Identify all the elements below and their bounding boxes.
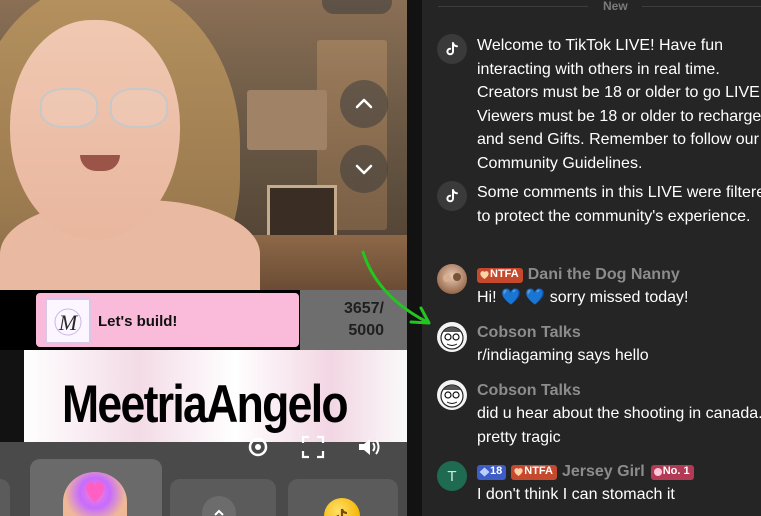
background-box <box>247 90 327 150</box>
goal-avatar: M <box>45 298 91 344</box>
chevron-up-icon <box>355 98 373 109</box>
message-text: r/indiagaming says hello <box>477 347 649 364</box>
blue-heart-emoji: 💙 <box>525 289 546 306</box>
username[interactable]: Cobson Talks <box>477 321 581 345</box>
previous-live-button[interactable] <box>340 80 388 128</box>
username[interactable]: Dani the Dog Nanny <box>528 263 680 287</box>
message-text: Hi! 💙 💙 sorry missed today! <box>477 289 689 306</box>
username[interactable]: Jersey Girl <box>562 460 645 484</box>
background-picture-frame <box>267 185 337 240</box>
fullscreen-icon[interactable] <box>300 434 326 460</box>
user-avatar[interactable] <box>437 322 467 352</box>
live-goal-bar: M Let's build! 3657/ 5000 <box>0 290 407 350</box>
heart-icon <box>480 271 489 279</box>
chevron-down-icon <box>355 164 373 175</box>
blue-heart-emoji: 💙 <box>501 289 521 306</box>
user-avatar[interactable] <box>437 264 467 294</box>
user-avatar[interactable] <box>437 380 467 410</box>
heart-icon <box>514 468 523 476</box>
fan-club-badge[interactable]: NTFA <box>511 464 557 480</box>
system-message-text: Some comments in this LIVE were filtered… <box>477 184 761 225</box>
new-label: New <box>603 0 628 13</box>
glasses <box>40 88 170 128</box>
message-text: I don't think I can stomach it <box>477 486 675 503</box>
heart-hands-gift-icon <box>63 472 127 516</box>
green-arrow-annotation <box>361 250 431 325</box>
message-text: did u hear about the shooting in canada.… <box>477 405 761 446</box>
banner-text: MeetriaAngelo <box>62 375 349 434</box>
gift-tile-left[interactable] <box>0 479 10 516</box>
mouth <box>80 155 120 171</box>
level-badge[interactable]: 18 <box>477 464 507 480</box>
tiktok-logo-icon <box>437 34 467 64</box>
top-viewer-rank-badge[interactable]: No. 1 <box>650 464 694 480</box>
goal-avatar-letter: M <box>58 310 79 335</box>
streamer-face <box>10 20 180 240</box>
tiktok-logo-icon <box>437 181 467 211</box>
top-control-pill[interactable] <box>322 0 392 14</box>
next-live-button[interactable] <box>340 145 388 193</box>
username[interactable]: Cobson Talks <box>477 379 581 403</box>
live-video[interactable] <box>0 0 407 290</box>
user-avatar[interactable]: T <box>437 461 467 491</box>
avatar-letter: T <box>447 467 457 485</box>
system-message-text: Welcome to TikTok LIVE! Have fun interac… <box>477 37 761 172</box>
live-controls-bar <box>0 435 407 516</box>
goal-label: Let's build! <box>98 313 178 330</box>
medal-icon <box>653 468 662 476</box>
diamond-icon <box>479 467 490 477</box>
settings-icon[interactable] <box>245 434 271 460</box>
live-chat-panel[interactable]: New Welcome to TikTok LIVE! Have fun int… <box>422 0 761 516</box>
volume-icon[interactable] <box>356 434 382 460</box>
streamer-name-banner: MeetriaAngelo <box>24 350 407 442</box>
fan-club-badge[interactable]: NTFA <box>477 267 523 283</box>
goal-card[interactable]: M Let's build! <box>36 293 299 347</box>
chevron-up-icon <box>214 509 224 516</box>
new-messages-divider: New <box>422 0 761 14</box>
